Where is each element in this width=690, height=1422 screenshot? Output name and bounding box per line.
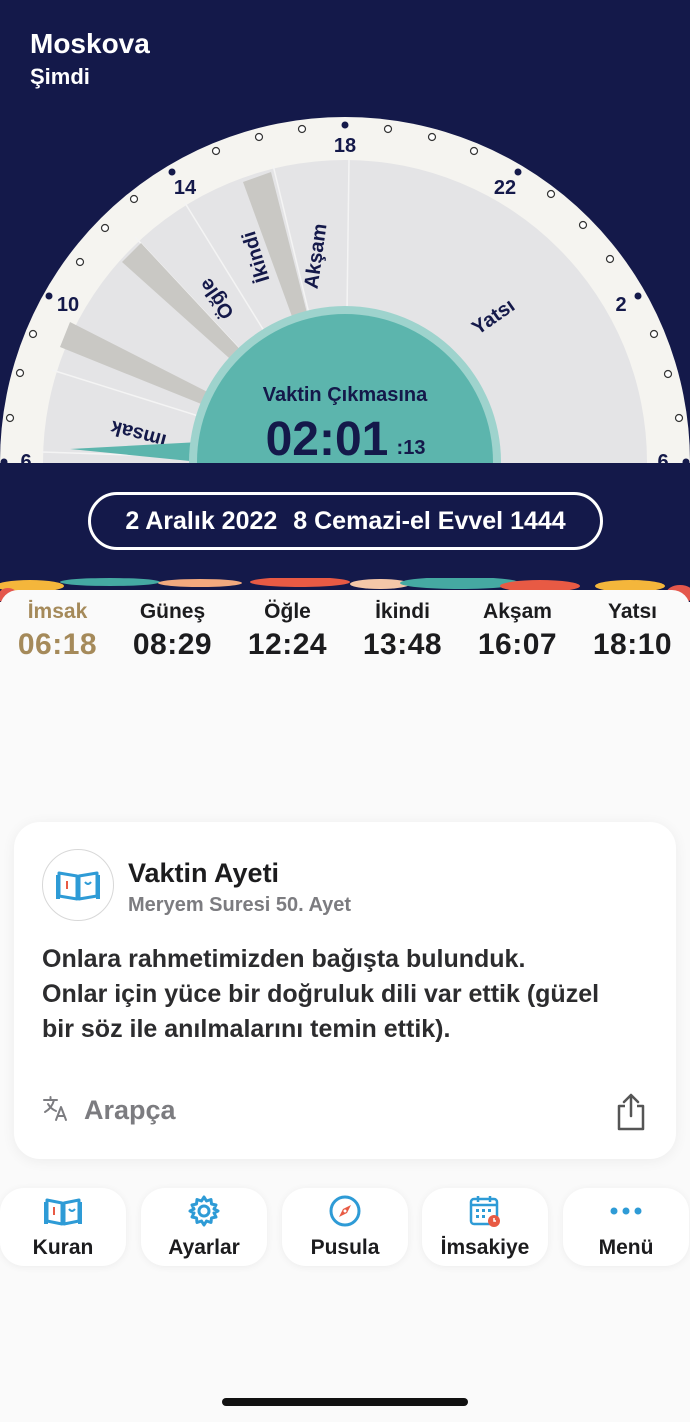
translate-icon [42, 1094, 70, 1127]
hour-label-18: 18 [334, 135, 356, 157]
prayer-time-value: 18:10 [592, 628, 673, 661]
language-label: Arapça [84, 1095, 176, 1125]
header-panel: Moskova Şimdi İmsak Öğle İkindi Akşam Ya… [0, 0, 690, 590]
gear-icon [141, 1194, 267, 1228]
quran-book-icon [42, 849, 114, 921]
prayer-name: Öğle [264, 600, 311, 623]
nav-label: İmsakiye [440, 1236, 530, 1259]
prayer-name: Yatsı [607, 600, 658, 623]
nav-label: Kuran [32, 1236, 94, 1259]
prayer-time-value: 16:07 [477, 628, 558, 661]
language-toggle[interactable]: Arapça [42, 1094, 176, 1127]
prayer-name: İkindi [375, 600, 430, 623]
nav-button-menu[interactable]: Menü [563, 1188, 689, 1266]
prayer-time-yatsi[interactable]: Yatsı 18:10 [575, 590, 690, 670]
share-icon[interactable] [614, 1092, 648, 1132]
gregorian-date: 2 Aralık 2022 [125, 506, 278, 535]
hour-label-6-right: 6 [657, 451, 668, 465]
nav-button-pusula[interactable]: Pusula [282, 1188, 408, 1266]
countdown-label: Vaktin Çıkmasına [263, 384, 428, 406]
prayer-time-ikindi[interactable]: İkindi 13:48 [345, 590, 460, 670]
verse-reference: Meryem Suresi 50. Ayet [128, 894, 352, 916]
prayer-name: İmsak [27, 600, 88, 623]
countdown-time: 02:01 [266, 413, 389, 465]
verse-text: Onlara rahmetimizden bağışta bulunduk. O… [42, 942, 662, 1047]
verse-card-title: Vaktin Ayeti [128, 858, 280, 888]
prayer-time-imsak[interactable]: İmsak 06:18 [0, 590, 115, 670]
prayer-time-value: 12:24 [247, 628, 328, 661]
countdown-seconds: :13 [397, 437, 426, 459]
nav-button-kuran[interactable]: Kuran [0, 1188, 126, 1266]
prayer-time-ogle[interactable]: Öğle 12:24 [230, 590, 345, 670]
bottom-nav: Kuran Ayarlar Pusula İmsakiye Menü [0, 1188, 690, 1268]
prayer-time-gunes[interactable]: Güneş 08:29 [115, 590, 230, 670]
nav-button-ayarlar[interactable]: Ayarlar [141, 1188, 267, 1266]
prayer-time-value: 06:18 [17, 628, 98, 661]
hour-label-14: 14 [174, 177, 197, 199]
verse-card[interactable]: Vaktin Ayeti Meryem Suresi 50. Ayet Onla… [14, 822, 676, 1159]
home-indicator[interactable] [222, 1398, 468, 1406]
prayer-name: Güneş [139, 600, 206, 623]
nav-label: Menü [598, 1236, 654, 1259]
nav-label: Pusula [310, 1236, 380, 1259]
prayer-time-value: 08:29 [132, 628, 213, 661]
calendar-icon [422, 1194, 548, 1228]
hour-label-10: 10 [57, 294, 79, 316]
hour-label-6-left: 6 [20, 451, 31, 465]
hour-label-22: 22 [494, 177, 516, 199]
prayer-time-value: 13:48 [362, 628, 443, 661]
verse-line: Onlar için yüce bir doğruluk dili var et… [42, 980, 600, 1008]
hijri-date: 8 Cemazi-el Evvel 1444 [293, 506, 566, 535]
date-pill[interactable]: 2 Aralık 2022 8 Cemazi-el Evvel 1444 [88, 492, 603, 550]
prayer-time-aksam[interactable]: Akşam 16:07 [460, 590, 575, 670]
nav-button-imsakiye[interactable]: İmsakiye [422, 1188, 548, 1266]
prayer-name: Akşam [483, 600, 552, 623]
more-dots-icon [563, 1194, 689, 1228]
prayer-times-row: İmsak 06:18 Güneş 08:29 Öğle 12:24 İkind… [0, 590, 690, 670]
nav-label: Ayarlar [168, 1236, 240, 1259]
verse-line: Onlara rahmetimizden bağışta bulunduk. [42, 945, 526, 973]
hour-label-2: 2 [615, 294, 626, 316]
verse-line: bir söz ile anılmalarını temin ettik). [42, 1015, 451, 1043]
compass-icon [282, 1194, 408, 1228]
prayer-dial: İmsak Öğle İkindi Akşam Yatsı 6 10 14 18… [0, 117, 690, 465]
book-icon [0, 1194, 126, 1228]
